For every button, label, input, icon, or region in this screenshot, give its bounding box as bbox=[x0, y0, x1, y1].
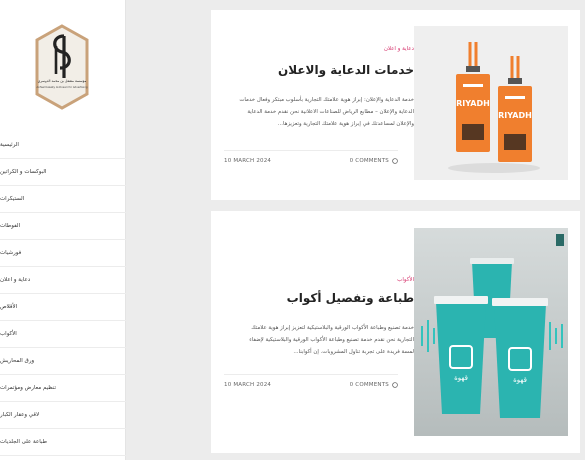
nav-label: طباعة على الجلديات bbox=[0, 439, 47, 445]
post-thumbnail[interactable]: RIYADH RIYADH bbox=[414, 26, 568, 180]
nav-label: فورشيات bbox=[0, 250, 22, 256]
nav-item-home[interactable]: الرئيسية bbox=[0, 132, 126, 159]
nav-label: الأقلاص bbox=[0, 304, 18, 310]
nav-item-boxes[interactable]: البوكسات و الكراتين bbox=[0, 159, 126, 186]
nav-item-pens[interactable]: الأقلاص bbox=[0, 294, 126, 321]
comments-count: 0 COMMENTS bbox=[349, 382, 389, 388]
post-meta: 10 MARCH 2024 0 COMMENTS bbox=[224, 374, 398, 388]
nav-label: البوكسات و الكراتين bbox=[0, 169, 47, 175]
cup-text: قهوة bbox=[454, 374, 468, 382]
nav-item-exhibitions[interactable]: تنظيم معارض ومؤتمرات bbox=[0, 375, 126, 402]
post-card: RIYADH RIYADH دعاية و اعلان خدمات الدعاي… bbox=[211, 10, 580, 200]
post-title[interactable]: خدمات الدعاية والاعلان bbox=[278, 63, 414, 77]
sidebar: مؤسسة مشعل بن محمد الدوسري Anfaal Kawaty… bbox=[0, 0, 126, 460]
post-date: 10 MARCH 2024 bbox=[224, 158, 272, 164]
nav-label: ورق المحاريش bbox=[0, 358, 35, 364]
nav-item-paper[interactable]: ورق المحاريش bbox=[0, 348, 126, 375]
comments-link[interactable]: 0 COMMENTS bbox=[350, 382, 398, 388]
badge-text: RIYADH bbox=[456, 99, 490, 108]
nav-item-towels[interactable]: الفوطات bbox=[0, 213, 126, 240]
nav-label: تنظيم معارض ومؤتمرات bbox=[0, 385, 56, 391]
nav-item-stickers[interactable]: الستيكرات bbox=[0, 186, 126, 213]
nav-label: دعاية و اعلان bbox=[0, 277, 31, 283]
brand-logo[interactable]: مؤسسة مشعل بن محمد الدوسري Anfaal Kawaty… bbox=[34, 24, 90, 110]
comment-icon bbox=[392, 382, 398, 388]
nav-label: الفوطات bbox=[0, 223, 21, 229]
main-nav: الرئيسية البوكسات و الكراتين الستيكرات ا… bbox=[0, 132, 126, 456]
nav-label: الأكواب bbox=[0, 331, 17, 337]
post-category[interactable]: الأكواب bbox=[397, 277, 414, 283]
post-category[interactable]: دعاية و اعلان bbox=[384, 46, 414, 52]
nav-item-signs[interactable]: لاقي وعقار الكبار bbox=[0, 402, 126, 429]
nav-label: الستيكرات bbox=[0, 196, 25, 202]
badge-text: RIYADH bbox=[498, 111, 532, 120]
lanyard-badge-image: RIYADH RIYADH bbox=[414, 26, 568, 180]
comments-count: 0 COMMENTS bbox=[349, 158, 389, 164]
post-card: قهوة قهوة الأكواب طباعة وتفصيل أكواب خدم… bbox=[211, 211, 580, 453]
nav-label: لاقي وعقار الكبار bbox=[0, 412, 40, 418]
nav-label: الرئيسية bbox=[0, 142, 19, 148]
post-title[interactable]: طباعة وتفصيل أكواب bbox=[287, 291, 414, 305]
post-thumbnail[interactable]: قهوة قهوة bbox=[414, 228, 568, 436]
post-meta: 10 MARCH 2024 0 COMMENTS bbox=[224, 150, 398, 164]
post-excerpt: خدمة تصنيع وطباعة الأكواب الورقية والبلا… bbox=[249, 325, 414, 355]
comment-icon bbox=[392, 158, 398, 164]
post-date: 10 MARCH 2024 bbox=[224, 382, 272, 388]
post-excerpt: خدمة الدعاية والإعلان: إبراز هوية علامتك… bbox=[239, 97, 414, 127]
logo-text-ar: مؤسسة مشعل بن محمد الدوسري bbox=[38, 79, 87, 83]
comments-link[interactable]: 0 COMMENTS bbox=[350, 158, 398, 164]
nav-item-leather[interactable]: طباعة على الجلديات bbox=[0, 429, 126, 456]
logo-text-en: Anfaal Kawaty Al-Dosari for Advertising bbox=[36, 85, 87, 89]
nav-item-forks[interactable]: فورشيات bbox=[0, 240, 126, 267]
nav-item-cups[interactable]: الأكواب bbox=[0, 321, 126, 348]
cup-text: قهوة bbox=[513, 376, 527, 384]
cups-image: قهوة قهوة bbox=[414, 228, 568, 436]
nav-item-advertising[interactable]: دعاية و اعلان bbox=[0, 267, 126, 294]
